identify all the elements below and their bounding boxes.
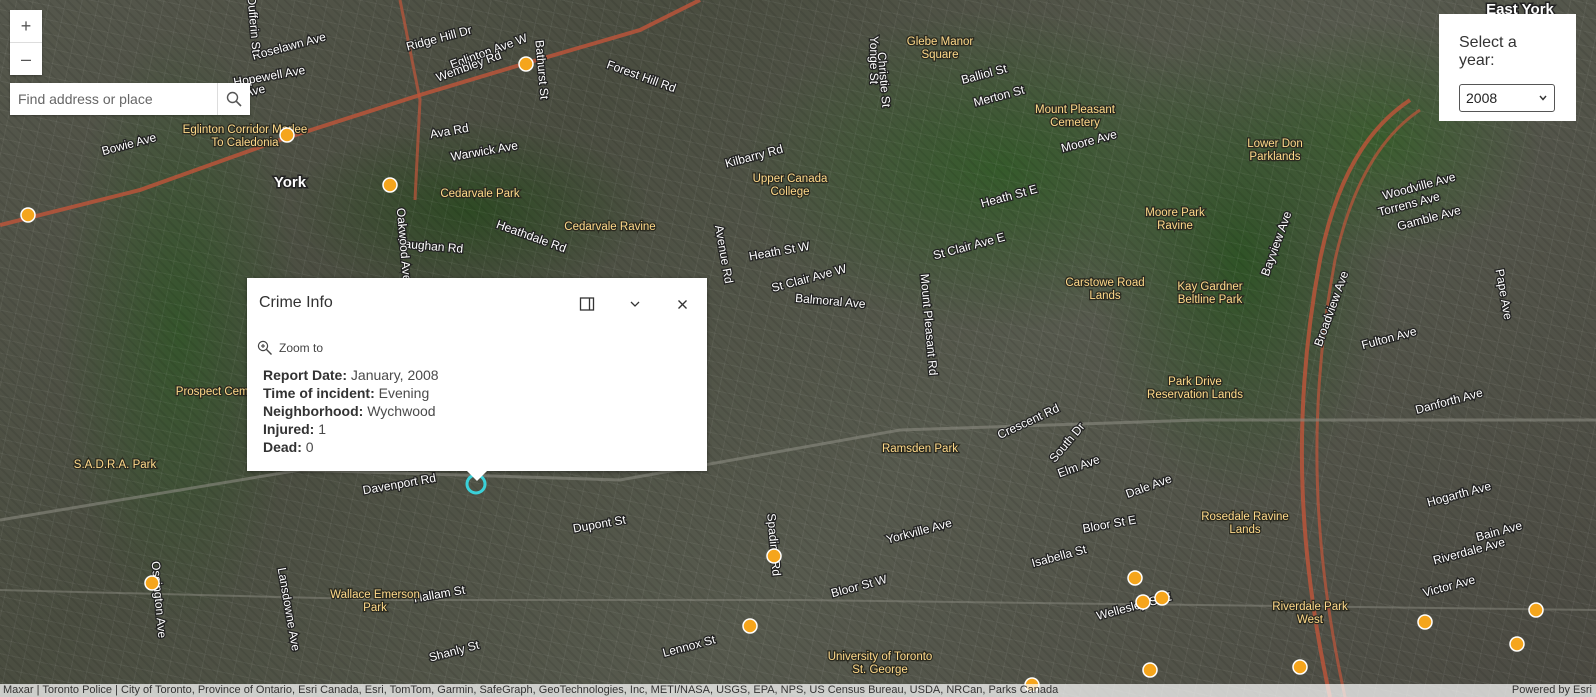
year-select[interactable]: 2008: [1459, 84, 1555, 112]
dock-icon: [579, 297, 595, 311]
year-selector-panel: Select a year: 2008: [1439, 14, 1576, 121]
incident-marker[interactable]: [279, 127, 295, 143]
field-report-date: Report Date: January, 2008: [263, 367, 439, 383]
incident-marker[interactable]: [518, 56, 534, 72]
chevron-down-icon: [630, 301, 640, 307]
incident-marker[interactable]: [20, 207, 36, 223]
field-neighborhood: Neighborhood: Wychwood: [263, 403, 436, 419]
powered-by-esri[interactable]: Powered by Esri: [1512, 684, 1592, 697]
incident-marker[interactable]: [766, 548, 782, 564]
incident-marker[interactable]: [1142, 662, 1158, 678]
incident-marker[interactable]: [382, 177, 398, 193]
field-time-of-incident: Time of incident: Evening: [263, 385, 430, 401]
zoom-to-action[interactable]: Zoom to: [257, 340, 323, 356]
incident-marker[interactable]: [144, 575, 160, 591]
chevron-down-icon: [1539, 95, 1547, 101]
popup-fields: Report Date: January, 2008 Time of incid…: [263, 366, 439, 456]
incident-marker[interactable]: [742, 618, 758, 634]
zoom-to-icon: [257, 340, 272, 355]
search-widget: [10, 83, 250, 115]
zoom-control: + –: [10, 10, 42, 75]
close-icon: [677, 299, 687, 309]
incident-marker[interactable]: [1127, 570, 1143, 586]
search-icon: [226, 91, 242, 107]
collapse-button[interactable]: [625, 294, 645, 314]
year-select-value: 2008: [1466, 90, 1498, 106]
popup-pointer: [467, 471, 487, 481]
incident-marker[interactable]: [1154, 590, 1170, 606]
attribution-sources[interactable]: Maxar | Toronto Police | City of Toronto…: [3, 684, 1058, 697]
close-button[interactable]: [672, 294, 692, 314]
crime-info-popup: Crime Info Zoom to Report Date: January,…: [247, 278, 707, 481]
attribution-bar: Maxar | Toronto Police | City of Toronto…: [0, 684, 1596, 697]
zoom-in-button[interactable]: +: [10, 10, 42, 42]
zoom-out-button[interactable]: –: [10, 42, 42, 75]
field-injured: Injured: 1: [263, 421, 327, 437]
incident-marker[interactable]: [1417, 614, 1433, 630]
field-dead: Dead: 0: [263, 439, 314, 455]
year-selector-title: Select a year:: [1459, 34, 1517, 69]
incident-marker[interactable]: [1528, 602, 1544, 618]
popup-title: Crime Info: [259, 294, 333, 311]
incident-marker[interactable]: [1135, 594, 1151, 610]
dock-button[interactable]: [577, 294, 597, 314]
incident-marker[interactable]: [1292, 659, 1308, 675]
incident-marker[interactable]: [1509, 636, 1525, 652]
search-button[interactable]: [217, 83, 250, 115]
zoom-to-label: Zoom to: [279, 341, 324, 355]
search-input[interactable]: [10, 83, 217, 115]
